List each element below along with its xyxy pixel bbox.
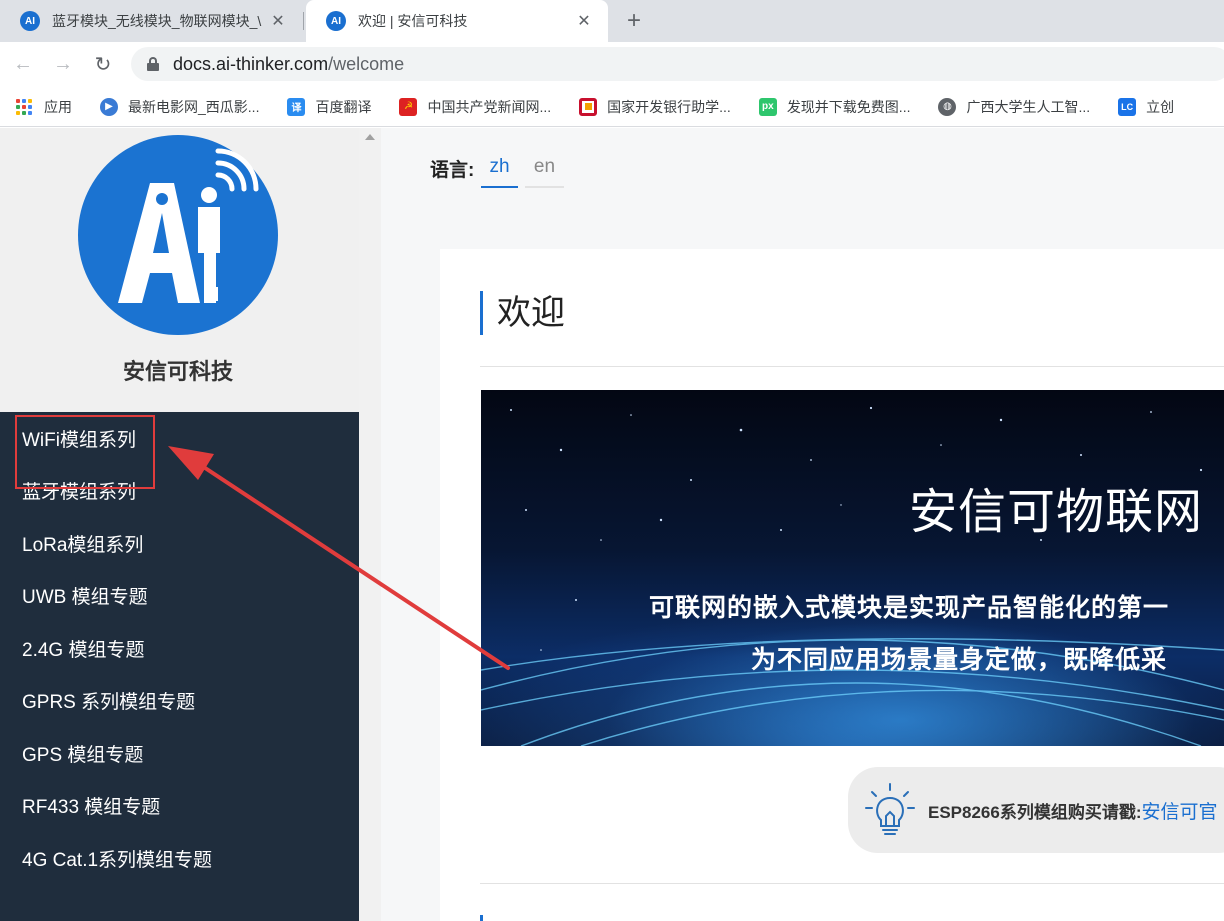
divider xyxy=(480,366,1224,367)
ai-thinker-favicon-icon: AI xyxy=(20,11,40,31)
sidebar-item-gps[interactable]: GPS 模组专题 xyxy=(0,727,359,780)
bookmark-movie[interactable]: ▶ 最新电影网_西瓜影... xyxy=(100,97,259,117)
sidebar-item-gprs[interactable]: GPRS 系列模组专题 xyxy=(0,675,359,728)
lang-tab-zh[interactable]: zh xyxy=(481,154,518,188)
bookmark-baidu-translate[interactable]: 译 百度翻译 xyxy=(287,97,371,117)
apps-grid-icon xyxy=(16,98,32,115)
tab-divider xyxy=(303,12,304,30)
address-bar[interactable]: docs.ai-thinker.com/welcome xyxy=(131,47,1224,81)
pixabay-icon: px xyxy=(758,97,777,116)
annotation-highlight-box xyxy=(15,415,155,489)
scroll-up-arrow-icon[interactable] xyxy=(365,134,375,140)
tab-title: 欢迎 | 安信可科技 xyxy=(358,13,468,29)
bookmarks-bar: 应用 ▶ 最新电影网_西瓜影... 译 百度翻译 ☭ 中国共产党新闻网... 国… xyxy=(0,87,1224,127)
bookmark-label: 国家开发银行助学... xyxy=(607,98,731,115)
tab-title: 蓝牙模块_无线模块_物联网模块_\ xyxy=(52,13,262,29)
lang-tab-en[interactable]: en xyxy=(525,154,564,188)
next-heading-marker xyxy=(480,915,483,921)
lock-icon[interactable] xyxy=(147,57,159,71)
browser-toolbar: ← → ↻ docs.ai-thinker.com/welcome xyxy=(0,42,1224,87)
close-tab-icon[interactable]: ✕ xyxy=(574,11,594,31)
bookmark-apps[interactable]: 应用 xyxy=(16,97,72,117)
language-bar: 语言: zh en xyxy=(381,128,1224,208)
official-store-link[interactable]: 安信可官 xyxy=(1142,797,1218,824)
logo-graphic xyxy=(118,148,259,303)
ai-thinker-favicon-icon: AI xyxy=(326,11,346,31)
content-card: 欢迎 安信可物联网 可联网的嵌入式模块是实现产品智能化的第一 为不同应用场景量身… xyxy=(440,249,1224,921)
close-tab-icon[interactable]: ✕ xyxy=(268,11,288,31)
party-icon: ☭ xyxy=(399,97,418,116)
browser-tab-welcome[interactable]: AI 欢迎 | 安信可科技 ✕ xyxy=(306,0,608,42)
url-text[interactable]: docs.ai-thinker.com/welcome xyxy=(173,54,404,75)
movie-icon: ▶ xyxy=(100,97,118,116)
purchase-tip: ESP8266系列模组购买请戳: 安信可官 xyxy=(848,767,1224,853)
hero-banner-image: 安信可物联网 可联网的嵌入式模块是实现产品智能化的第一 为不同应用场景量身定做，… xyxy=(481,390,1224,746)
sidebar: 安信可科技 WiFi模组系列 蓝牙模组系列 LoRa模组系列 UWB 模组专题 … xyxy=(0,128,359,921)
sidebar-item-4g-cat1[interactable]: 4G Cat.1系列模组专题 xyxy=(0,832,359,885)
globe-icon: ◍ xyxy=(938,97,957,116)
sidebar-item-rf433[interactable]: RF433 模组专题 xyxy=(0,780,359,833)
tab-strip: AI 蓝牙模块_无线模块_物联网模块_\ ✕ AI 欢迎 | 安信可科技 ✕ + xyxy=(0,0,1224,42)
browser-tab-bluetooth[interactable]: AI 蓝牙模块_无线模块_物联网模块_\ ✕ xyxy=(0,0,302,42)
tip-text: ESP8266系列模组购买请戳: xyxy=(928,802,1142,822)
bank-icon xyxy=(579,97,598,116)
banner-stars-graphic xyxy=(481,406,1224,746)
ai-thinker-logo[interactable] xyxy=(78,135,278,335)
banner-subtitle-line1: 可联网的嵌入式模块是实现产品智能化的第一 xyxy=(649,594,1170,622)
page-title: 欢迎 xyxy=(480,291,565,335)
language-label: 语言: xyxy=(430,160,475,181)
forward-arrow-icon[interactable]: → xyxy=(49,50,77,78)
bookmark-pixabay[interactable]: px 发现并下载免费图... xyxy=(758,97,911,117)
bookmark-label: 广西大学生人工智... xyxy=(966,98,1091,115)
sidebar-item-2-4g[interactable]: 2.4G 模组专题 xyxy=(0,622,359,675)
new-tab-plus-icon[interactable]: + xyxy=(620,7,648,35)
bookmark-label: 最新电影网_西瓜影... xyxy=(128,98,260,115)
bookmark-bank[interactable]: 国家开发银行助学... xyxy=(579,97,731,117)
bookmark-label: 百度翻译 xyxy=(315,98,372,115)
banner-subtitle-line2: 为不同应用场景量身定做，既降低采 xyxy=(751,646,1168,674)
site-name[interactable]: 安信可科技 xyxy=(0,354,356,386)
bookmark-label: 应用 xyxy=(44,98,72,115)
bookmark-label: 发现并下载免费图... xyxy=(786,98,911,115)
lc-icon: LC xyxy=(1118,97,1137,116)
bookmark-gxu-ai[interactable]: ◍ 广西大学生人工智... xyxy=(938,97,1090,117)
bookmark-party-news[interactable]: ☭ 中国共产党新闻网... xyxy=(399,97,551,117)
bookmark-lichuang[interactable]: LC 立创 xyxy=(1118,97,1174,117)
translate-icon: 译 xyxy=(287,97,306,116)
sidebar-item-lora[interactable]: LoRa模组系列 xyxy=(0,517,359,570)
bookmark-label: 立创 xyxy=(1146,98,1175,115)
sidebar-header: 安信可科技 xyxy=(0,128,359,412)
lightbulb-icon xyxy=(865,783,915,835)
banner-title: 安信可物联网 xyxy=(909,486,1204,539)
bookmark-label: 中国共产党新闻网... xyxy=(427,98,552,115)
sidebar-scrollbar[interactable] xyxy=(359,128,381,921)
sidebar-item-uwb[interactable]: UWB 模组专题 xyxy=(0,570,359,623)
divider xyxy=(480,883,1224,884)
main-content: 语言: zh en 欢迎 安信可物联网 可联网的嵌入式模块是实现产品智能化的第一… xyxy=(381,128,1224,921)
back-arrow-icon[interactable]: ← xyxy=(9,50,37,78)
reload-icon[interactable]: ↻ xyxy=(89,50,117,78)
